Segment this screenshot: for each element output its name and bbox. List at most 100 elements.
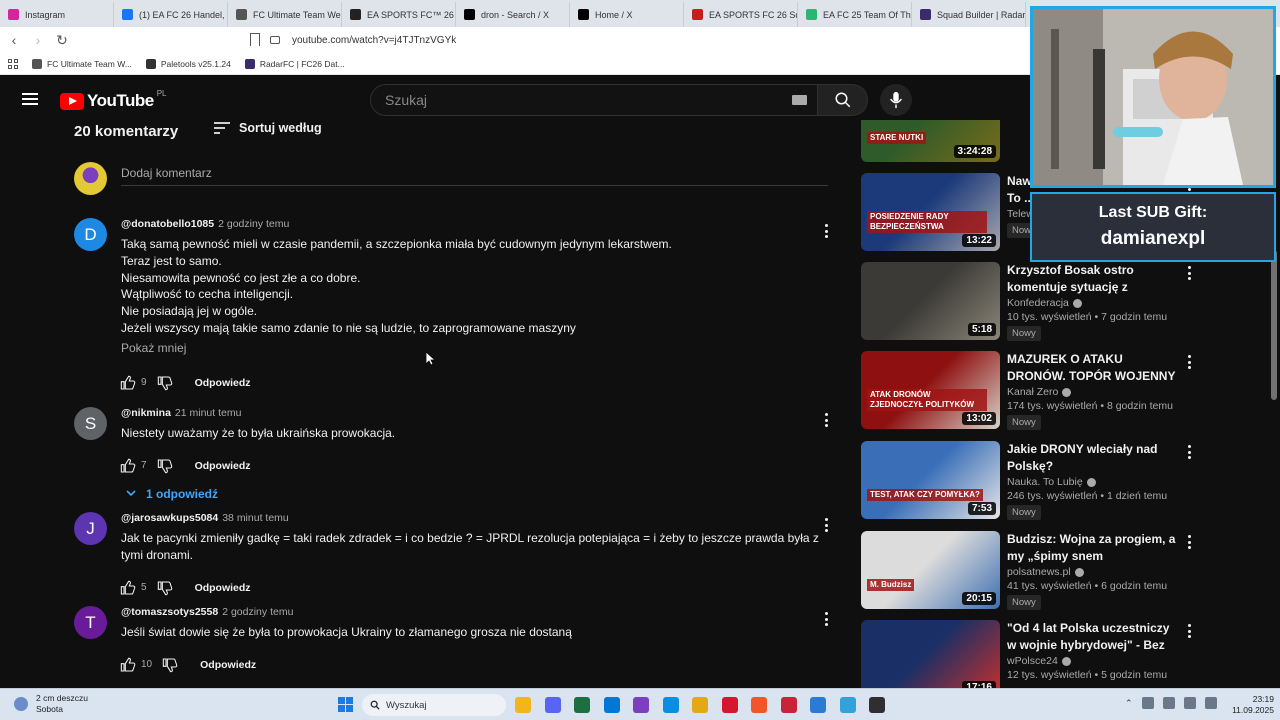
opera-icon[interactable] bbox=[721, 697, 738, 713]
excel-icon[interactable] bbox=[574, 697, 590, 713]
browser-tab[interactable]: FC Ultimate Team Web... bbox=[228, 2, 342, 27]
video-channel[interactable]: Kanał Zero bbox=[1007, 386, 1177, 398]
voice-search-button[interactable] bbox=[880, 84, 912, 116]
avatar[interactable]: T bbox=[74, 606, 107, 639]
keyboard-icon[interactable] bbox=[792, 95, 807, 105]
comment-time[interactable]: 2 godziny temu bbox=[218, 218, 289, 230]
edge-icon[interactable] bbox=[662, 697, 679, 713]
like-icon[interactable] bbox=[120, 375, 136, 391]
video-channel[interactable]: polsatnews.pl bbox=[1007, 566, 1177, 578]
browser-tab[interactable]: EA FC 25 Team Of The... bbox=[798, 2, 912, 27]
add-comment-input[interactable]: Dodaj komentarz bbox=[121, 166, 828, 186]
reload-icon[interactable]: ↻ bbox=[52, 30, 72, 50]
video-title[interactable]: MAZUREK O ATAKU DRONÓW. TOPÓR WOJENNY ZA… bbox=[1007, 351, 1177, 384]
search-input[interactable]: Szukaj bbox=[370, 84, 818, 116]
avatar[interactable] bbox=[74, 162, 107, 195]
video-menu-icon[interactable] bbox=[1187, 355, 1191, 369]
dislike-icon[interactable] bbox=[157, 458, 173, 474]
browser-tab[interactable]: Instagram bbox=[0, 2, 114, 27]
youtube-logo[interactable]: YouTube PL bbox=[60, 89, 167, 111]
brave-icon[interactable] bbox=[751, 697, 767, 713]
comment-author[interactable]: @tomaszsotys2558 bbox=[121, 606, 218, 618]
browser-tab[interactable]: EA SPORTS FC™ 26 | S... bbox=[342, 2, 456, 27]
photos-icon[interactable] bbox=[810, 697, 826, 713]
browser-tab[interactable]: dron - Search / X bbox=[456, 2, 570, 27]
comment-menu-icon[interactable] bbox=[824, 413, 828, 427]
bookmark-item[interactable]: Paletools v25.1.24 bbox=[145, 58, 231, 69]
comment-time[interactable]: 38 minut temu bbox=[222, 512, 289, 524]
obs-icon[interactable] bbox=[869, 697, 885, 713]
taskbar-clock[interactable]: 23:19 11.09.2025 bbox=[1218, 694, 1274, 716]
like-icon[interactable] bbox=[120, 458, 136, 474]
video-thumbnail[interactable]: TEST, ATAK CZY POMYŁKA? 7:53 bbox=[861, 441, 1000, 519]
scrollbar-thumb[interactable] bbox=[1271, 250, 1277, 400]
bookmark-item[interactable]: FC Ultimate Team W... bbox=[32, 58, 132, 69]
menu-icon[interactable] bbox=[22, 93, 38, 105]
video-menu-icon[interactable] bbox=[1187, 266, 1191, 280]
video-thumbnail[interactable]: 5:18 bbox=[861, 262, 1000, 340]
view-replies-button[interactable]: 1 odpowiedź bbox=[126, 487, 218, 501]
comment-menu-icon[interactable] bbox=[824, 518, 828, 532]
video-thumbnail[interactable]: POSIEDZENIE RADY BEZPIECZEŃSTWA 13:22 bbox=[861, 173, 1000, 251]
chrome-icon[interactable] bbox=[692, 697, 708, 713]
avatar[interactable]: J bbox=[74, 512, 107, 545]
cloud-icon[interactable] bbox=[1141, 697, 1154, 709]
recommended-video[interactable]: TEST, ATAK CZY POMYŁKA? 7:53 Jakie DRONY w… bbox=[861, 441, 1201, 521]
browser-tab[interactable]: (1) EA FC 26 Handel, Z... bbox=[114, 2, 228, 27]
video-channel[interactable]: wPolsce24 bbox=[1007, 655, 1177, 667]
comment-author[interactable]: @donatobello1085 bbox=[121, 218, 214, 230]
video-title[interactable]: Budzisz: Wojna za progiem, a my „śpimy s… bbox=[1007, 531, 1177, 564]
discord-icon[interactable] bbox=[544, 697, 561, 713]
video-title[interactable]: Krzysztof Bosak ostro komentuje sytuację… bbox=[1007, 262, 1177, 295]
reply-button[interactable]: Odpowiedz bbox=[195, 460, 251, 472]
reply-button[interactable]: Odpowiedz bbox=[195, 377, 251, 389]
browser-tab[interactable]: Home / X bbox=[570, 2, 684, 27]
avatar[interactable]: S bbox=[74, 407, 107, 440]
volume-icon[interactable] bbox=[1204, 697, 1217, 709]
recommended-video[interactable]: ATAK DRONÓW ZJEDNOCZYŁ POLITYKÓW 13:02 MAZ… bbox=[861, 351, 1201, 431]
site-info-icon[interactable] bbox=[270, 36, 280, 44]
comment-author[interactable]: @jarosawkups5084 bbox=[121, 512, 218, 524]
dislike-icon[interactable] bbox=[162, 657, 178, 673]
display-icon[interactable] bbox=[1183, 697, 1196, 709]
bookmark-icon[interactable] bbox=[250, 33, 260, 46]
comment-author[interactable]: @nikmina bbox=[121, 407, 171, 419]
weather-icon[interactable] bbox=[839, 697, 856, 713]
video-title[interactable]: Jakie DRONY wleciały nad Polskę? bbox=[1007, 441, 1177, 474]
browser-tab[interactable]: Squad Builder | Radar... bbox=[912, 2, 1026, 27]
back-icon[interactable]: ‹ bbox=[4, 30, 24, 50]
browser-tab[interactable]: EA SPORTS FC 26 Squa... bbox=[684, 2, 798, 27]
recommended-video[interactable]: 5:18 Krzysztof Bosak ostro komentuje sytu… bbox=[861, 262, 1201, 342]
video-thumbnail[interactable]: 17:16 bbox=[861, 620, 1000, 688]
reply-button[interactable]: Odpowiedz bbox=[200, 659, 256, 671]
video-thumbnail[interactable]: M. Budzisz 20:15 bbox=[861, 531, 1000, 609]
dislike-icon[interactable] bbox=[157, 580, 173, 596]
bookmark-item[interactable]: RadarFC | FC26 Dat... bbox=[244, 58, 345, 69]
apps-grid-icon[interactable] bbox=[8, 58, 18, 69]
video-title[interactable]: "Od 4 lat Polska uczestniczy w wojnie hy… bbox=[1007, 620, 1177, 653]
comment-time[interactable]: 2 godziny temu bbox=[222, 606, 293, 618]
like-icon[interactable] bbox=[120, 580, 136, 596]
weather-widget[interactable]: 2 cm deszczu Sobota bbox=[14, 693, 88, 715]
windows-start-icon[interactable] bbox=[338, 697, 353, 712]
visual-studio-icon[interactable] bbox=[633, 697, 649, 713]
video-channel[interactable]: Konfederacja bbox=[1007, 297, 1177, 309]
video-menu-icon[interactable] bbox=[1187, 445, 1191, 459]
comment-time[interactable]: 21 minut temu bbox=[175, 407, 242, 419]
reply-button[interactable]: Odpowiedz bbox=[195, 582, 251, 594]
sort-button[interactable]: Sortuj według bbox=[214, 121, 322, 135]
comment-menu-icon[interactable] bbox=[824, 612, 828, 626]
file-explorer-icon[interactable] bbox=[515, 697, 531, 713]
address-bar[interactable]: youtube.com/watch?v=j4TJTnzVGYk bbox=[270, 30, 1030, 50]
microphone-tray-icon[interactable] bbox=[1162, 697, 1175, 709]
video-thumbnail[interactable]: STARE NUTKI 3:24:28 bbox=[861, 120, 1000, 162]
recommended-video[interactable]: M. Budzisz 20:15 Budzisz: Wojna za progiem… bbox=[861, 531, 1201, 611]
avatar[interactable]: D bbox=[74, 218, 107, 251]
forward-icon[interactable]: › bbox=[28, 30, 48, 50]
show-less-button[interactable]: Pokaż mniej bbox=[121, 341, 811, 355]
dislike-icon[interactable] bbox=[157, 375, 173, 391]
chevron-up-icon[interactable]: ⌃ bbox=[1125, 698, 1133, 709]
video-menu-icon[interactable] bbox=[1187, 624, 1191, 638]
video-menu-icon[interactable] bbox=[1187, 535, 1191, 549]
search-button[interactable] bbox=[818, 84, 868, 116]
